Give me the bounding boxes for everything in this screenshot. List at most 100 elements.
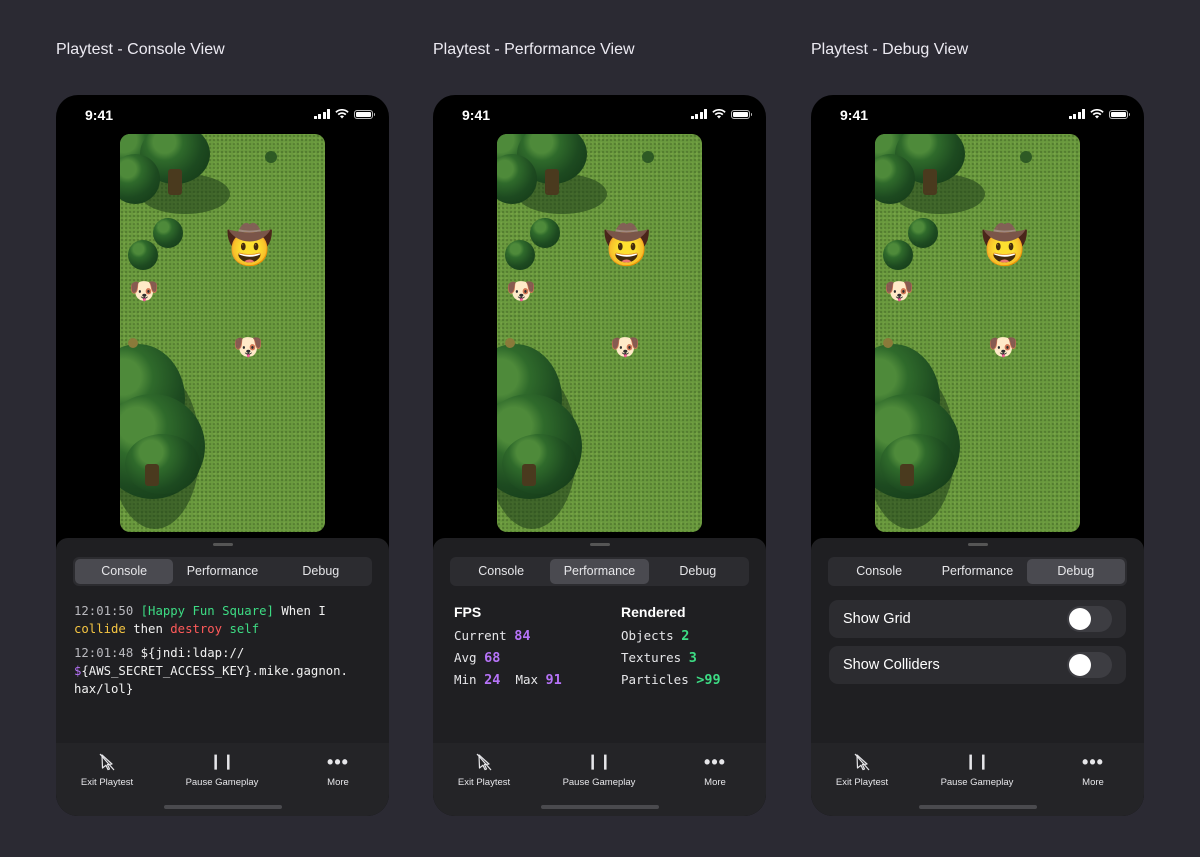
log-keyword: self	[229, 622, 260, 636]
pause-gameplay-button[interactable]: ❙❙ Pause Gameplay	[182, 753, 262, 788]
player-character[interactable]: 🤠	[981, 227, 1028, 265]
bottom-toolbar: Exit Playtest ❙❙ Pause Gameplay ••• More	[433, 743, 766, 816]
tab-performance[interactable]: Performance	[928, 559, 1026, 584]
game-viewport[interactable]: 🤠 🐶 🐶	[875, 134, 1080, 532]
rendered-heading: Rendered	[621, 604, 686, 620]
home-indicator[interactable]	[918, 805, 1037, 809]
battery-icon	[354, 109, 375, 119]
exit-playtest-button[interactable]: Exit Playtest	[453, 753, 515, 788]
panel-title-debug: Playtest - Debug View	[811, 41, 969, 58]
textures-value: 3	[688, 650, 697, 666]
log-text: hax/lol}	[74, 682, 134, 696]
ellipsis-icon: •••	[1082, 752, 1104, 772]
pause-icon: ❙❙	[586, 753, 612, 770]
enemy-dog[interactable]: 🐶	[988, 336, 1018, 360]
tab-console[interactable]: Console	[830, 559, 928, 584]
status-icons	[1068, 109, 1130, 119]
show-grid-row: Show Grid	[829, 600, 1126, 638]
tab-performance[interactable]: Performance	[173, 559, 271, 584]
show-grid-toggle[interactable]	[1067, 606, 1112, 632]
sheet-grabber[interactable]	[967, 543, 988, 546]
home-indicator[interactable]	[540, 805, 659, 809]
enemy-dog[interactable]: 🐶	[610, 336, 640, 360]
more-button[interactable]: ••• More	[695, 753, 735, 788]
stat-label: Current	[454, 628, 507, 643]
log-keyword: destroy	[170, 622, 223, 636]
tab-console[interactable]: Console	[452, 559, 550, 584]
more-button[interactable]: ••• More	[1073, 753, 1113, 788]
enemy-dog[interactable]: 🐶	[506, 280, 536, 304]
console-entry: 12:01:48 ${jndi:ldap:// ${AWS_SECRET_ACC…	[74, 644, 374, 698]
pause-gameplay-button[interactable]: ❙❙ Pause Gameplay	[937, 753, 1017, 788]
log-text: When I	[281, 604, 326, 618]
fps-min-value: 24	[484, 672, 501, 688]
particles-value: >99	[696, 672, 721, 688]
tab-debug[interactable]: Debug	[649, 559, 747, 584]
cellular-signal-icon	[1068, 109, 1085, 119]
wifi-icon	[1090, 109, 1104, 119]
fps-max-value: 91	[545, 672, 562, 688]
pause-gameplay-button[interactable]: ❙❙ Pause Gameplay	[559, 753, 639, 788]
phone-performance-view: 9:41 🤠 🐶 🐶 Console Performance Debug FPS…	[433, 95, 766, 816]
tab-debug[interactable]: Debug	[272, 559, 370, 584]
fps-stats: FPS Current 84 Avg 68 Min 24 Max 91	[454, 604, 562, 691]
stat-label: Objects	[621, 628, 674, 643]
panel-title-console: Playtest - Console View	[56, 41, 225, 58]
pause-gameplay-label: Pause Gameplay	[940, 777, 1014, 788]
status-time: 9:41	[840, 107, 869, 123]
fps-current-value: 84	[514, 628, 531, 644]
tab-segmented-control: Console Performance Debug	[828, 557, 1127, 586]
more-button[interactable]: ••• More	[318, 753, 358, 788]
status-icons	[690, 109, 752, 119]
game-viewport[interactable]: 🤠 🐶 🐶	[497, 134, 702, 532]
objects-value: 2	[681, 628, 690, 644]
exit-playtest-button[interactable]: Exit Playtest	[831, 753, 893, 788]
status-bar: 9:41	[56, 95, 389, 135]
exit-playtest-label: Exit Playtest	[80, 777, 134, 788]
enemy-dog[interactable]: 🐶	[129, 280, 159, 304]
panel-title-performance: Playtest - Performance View	[433, 41, 635, 58]
console-log: 12:01:50 [Happy Fun Square] When I colli…	[74, 602, 374, 704]
pause-gameplay-label: Pause Gameplay	[562, 777, 636, 788]
home-indicator[interactable]	[163, 805, 282, 809]
player-character[interactable]: 🤠	[603, 227, 650, 265]
exit-playtest-label: Exit Playtest	[835, 777, 889, 788]
enemy-dog[interactable]: 🐶	[884, 280, 914, 304]
rendered-stats: Rendered Objects 2 Textures 3 Particles …	[621, 604, 721, 691]
more-label: More	[704, 777, 726, 788]
status-bar: 9:41	[811, 95, 1144, 135]
pause-icon: ❙❙	[964, 753, 990, 770]
log-text: ${jndi:ldap://	[140, 646, 245, 660]
log-tag: [Happy Fun Square]	[140, 604, 274, 618]
show-colliders-row: Show Colliders	[829, 646, 1126, 684]
stat-label: Particles	[621, 672, 689, 687]
ellipsis-icon: •••	[704, 752, 726, 772]
wifi-icon	[712, 109, 726, 119]
game-viewport[interactable]: 🤠 🐶 🐶	[120, 134, 325, 532]
player-character[interactable]: 🤠	[226, 227, 273, 265]
sheet-grabber[interactable]	[589, 543, 610, 546]
tab-debug[interactable]: Debug	[1026, 559, 1125, 584]
show-grid-label: Show Grid	[843, 611, 911, 627]
pause-gameplay-label: Pause Gameplay	[185, 777, 259, 788]
status-icons	[313, 109, 375, 119]
exit-playtest-button[interactable]: Exit Playtest	[76, 753, 138, 788]
sheet-grabber[interactable]	[212, 543, 233, 546]
cellular-signal-icon	[690, 109, 707, 119]
cursor-slash-icon	[476, 753, 492, 771]
fps-heading: FPS	[454, 604, 482, 620]
stat-label: Max	[515, 672, 539, 687]
show-colliders-toggle[interactable]	[1067, 652, 1112, 678]
enemy-dog[interactable]: 🐶	[233, 336, 263, 360]
stat-label: Min	[454, 672, 477, 687]
phone-debug-view: 9:41 🤠 🐶 🐶 Console Performance Debug Sho…	[811, 95, 1144, 816]
show-colliders-label: Show Colliders	[843, 657, 940, 673]
exit-playtest-label: Exit Playtest	[457, 777, 511, 788]
status-time: 9:41	[85, 107, 114, 123]
more-label: More	[327, 777, 349, 788]
phone-console-view: 9:41 🤠 🐶 🐶 Console Performance Debug 12:…	[56, 95, 389, 816]
tab-performance[interactable]: Performance	[550, 559, 649, 584]
tab-console[interactable]: Console	[75, 559, 174, 584]
more-label: More	[1082, 777, 1104, 788]
cursor-slash-icon	[99, 753, 115, 771]
